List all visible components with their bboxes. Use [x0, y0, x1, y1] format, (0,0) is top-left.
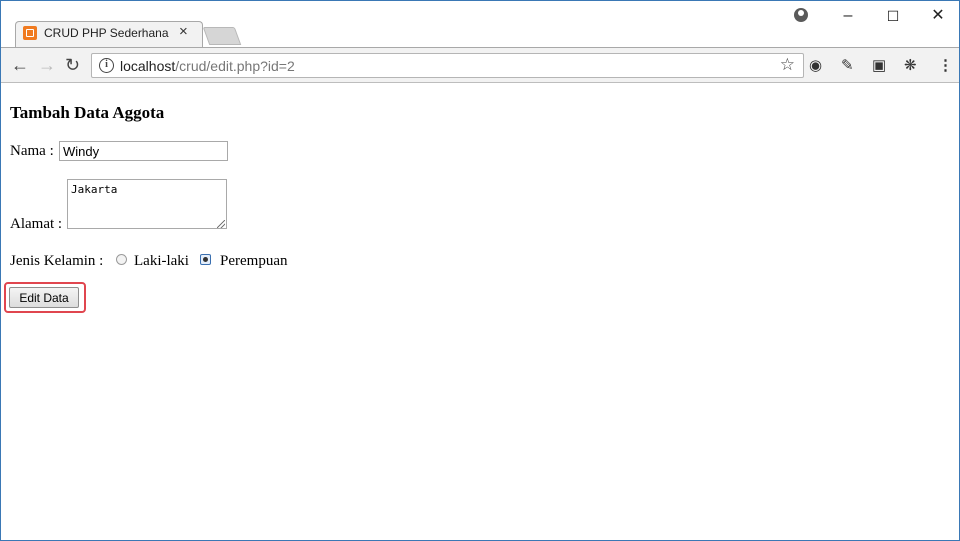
- menu-kebab-icon[interactable]: ⋮: [938, 57, 953, 75]
- page-content: Tambah Data Aggota Nama : Alamat : Jakar…: [1, 84, 959, 540]
- page-title: Tambah Data Aggota: [10, 103, 165, 122]
- jenis-kelamin-label: Jenis Kelamin :: [10, 253, 104, 269]
- url-text[interactable]: localhost/crud/edit.php?id=2: [120, 58, 295, 74]
- textarea-resize-handle[interactable]: [217, 220, 225, 228]
- tab-close-icon[interactable]: ×: [179, 24, 188, 40]
- profile-icon[interactable]: [794, 8, 808, 22]
- incognito-extension-icon[interactable]: ◉: [809, 57, 822, 75]
- eyedropper-extension-icon[interactable]: ✎: [841, 57, 854, 75]
- alamat-label: Alamat :: [10, 216, 63, 232]
- tab-title: CRUD PHP Sederhana: [44, 26, 169, 40]
- radio-laki-laki[interactable]: [116, 254, 127, 265]
- radio-label-laki-laki: Laki-laki: [134, 253, 189, 269]
- forward-arrow-icon[interactable]: →: [38, 55, 56, 75]
- screenshot-extension-icon[interactable]: ▣: [872, 57, 886, 75]
- minimize-button[interactable]: –: [828, 5, 868, 27]
- bug-extension-icon[interactable]: ❋: [904, 57, 917, 75]
- xampp-favicon-icon: [23, 26, 37, 40]
- info-icon[interactable]: i: [99, 58, 114, 73]
- nama-input[interactable]: [59, 141, 228, 161]
- address-bar[interactable]: i localhost/crud/edit.php?id=2 ☆: [91, 53, 804, 78]
- radio-label-perempuan: Perempuan: [220, 253, 288, 269]
- alamat-textarea[interactable]: Jakarta: [67, 179, 227, 229]
- back-arrow-icon[interactable]: ←: [11, 55, 29, 75]
- nama-label: Nama :: [10, 143, 54, 159]
- title-bar: CRUD PHP Sederhana × – ☐ ✕: [1, 1, 959, 48]
- maximize-button[interactable]: ☐: [873, 5, 913, 27]
- bookmark-star-icon[interactable]: ☆: [780, 55, 795, 75]
- new-tab-button[interactable]: [202, 27, 242, 45]
- close-window-button[interactable]: ✕: [918, 5, 958, 27]
- edit-data-button[interactable]: Edit Data: [9, 287, 79, 308]
- browser-toolbar: ← → ↻ i localhost/crud/edit.php?id=2 ☆ ◉…: [1, 47, 959, 83]
- browser-window: CRUD PHP Sederhana × – ☐ ✕ ← → ↻ i local…: [0, 0, 960, 541]
- reload-icon[interactable]: ↻: [65, 55, 80, 75]
- radio-perempuan[interactable]: [200, 254, 211, 265]
